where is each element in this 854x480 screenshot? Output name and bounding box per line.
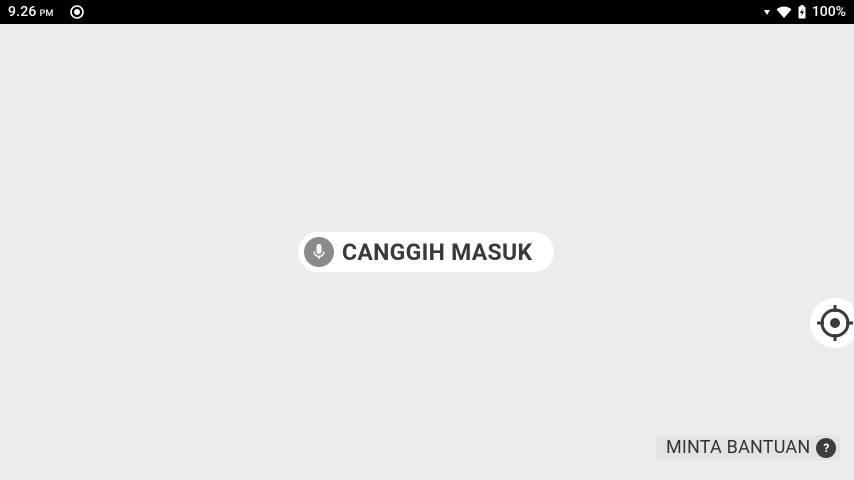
status-time-value: 9.26 (8, 4, 37, 20)
voice-input-label: CANGGIH MASUK (342, 238, 533, 266)
battery-charging-icon (798, 5, 806, 19)
locate-button[interactable] (810, 298, 854, 348)
crosshair-icon (816, 304, 854, 342)
wifi-icon (776, 6, 792, 19)
battery-percent: 100% (811, 4, 846, 20)
status-left: 9.26 PM (8, 4, 84, 20)
voice-input-button[interactable]: CANGGIH MASUK (298, 232, 554, 272)
help-question-icon: ? (816, 437, 837, 458)
map-canvas[interactable]: CANGGIH MASUK MINTA BANTUAN ? (0, 24, 854, 480)
status-right: 100% (763, 4, 846, 20)
camera-lens-icon (69, 5, 84, 19)
signal-arrow-icon (763, 8, 770, 16)
microphone-icon (304, 237, 334, 267)
help-label: MINTA BANTUAN (666, 437, 811, 458)
status-ampm: PM (39, 9, 54, 19)
status-bar: 9.26 PM 100% (0, 0, 854, 24)
status-time: 9.26 PM (8, 4, 54, 20)
help-button[interactable]: MINTA BANTUAN ? (656, 435, 840, 460)
